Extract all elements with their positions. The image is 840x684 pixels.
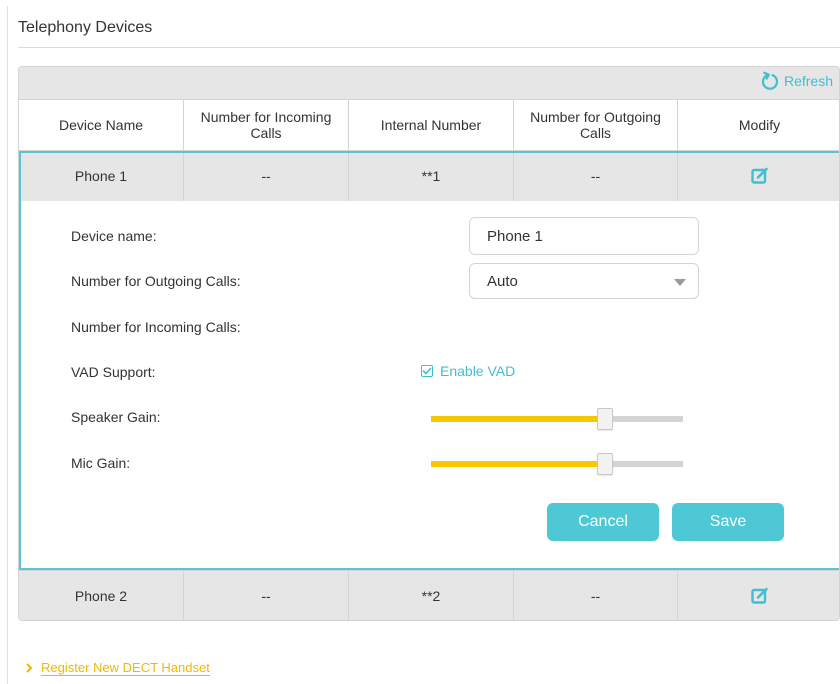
mic-gain-slider[interactable] [431, 453, 683, 475]
register-dect-handset-label: Register New DECT Handset [41, 660, 210, 676]
device-name-input[interactable] [469, 217, 699, 255]
edit-icon[interactable] [750, 167, 769, 185]
table-row[interactable]: Phone 2 -- **2 -- [19, 570, 839, 620]
device-name-label: Device name: [71, 228, 157, 244]
outgoing-calls-value: Auto [487, 272, 518, 290]
devices-panel: Refresh Device Name Number for Incoming … [18, 66, 840, 621]
incoming-number-cell: -- [184, 571, 349, 620]
modify-cell [678, 571, 839, 620]
edit-device-form: Device name: Number for Outgoing Calls: … [19, 201, 839, 570]
table-toolbar: Refresh [19, 67, 839, 99]
edit-icon[interactable] [750, 587, 769, 605]
slider-thumb[interactable] [596, 453, 613, 475]
slider-fill [431, 416, 605, 422]
column-header: Device Name [19, 100, 184, 150]
page-left-border [7, 6, 8, 684]
table-header: Device Name Number for Incoming Calls In… [19, 99, 839, 151]
modify-cell [678, 151, 839, 201]
dropdown-arrow-icon [674, 279, 686, 286]
vad-support-label: VAD Support: [71, 364, 156, 380]
register-dect-handset-link[interactable]: Register New DECT Handset [26, 660, 210, 676]
page-title: Telephony Devices [18, 19, 153, 36]
internal-number-cell: **2 [349, 571, 514, 620]
device-name-cell: Phone 2 [19, 571, 184, 620]
speaker-gain-slider[interactable] [431, 408, 683, 430]
outgoing-calls-select[interactable]: Auto [469, 263, 699, 299]
slider-thumb[interactable] [596, 408, 613, 430]
refresh-label: Refresh [783, 73, 833, 89]
incoming-number-cell: -- [184, 151, 349, 201]
outgoing-number-cell: -- [514, 571, 678, 620]
refresh-button[interactable]: Refresh [760, 70, 833, 92]
refresh-icon [761, 71, 779, 90]
chevron-right-icon [26, 663, 32, 673]
enable-vad-label: Enable VAD [440, 363, 516, 379]
column-header: Number for Incoming Calls [184, 100, 349, 150]
checkmark-icon [422, 367, 432, 375]
column-header: Number for Outgoing Calls [514, 100, 678, 150]
incoming-calls-label: Number for Incoming Calls: [71, 319, 241, 335]
enable-vad-checkbox[interactable]: Enable VAD [421, 363, 515, 379]
cancel-button[interactable]: Cancel [547, 503, 659, 541]
internal-number-cell: **1 [349, 151, 514, 201]
checkbox-box[interactable] [421, 365, 433, 377]
column-header: Internal Number [349, 100, 514, 150]
outgoing-number-cell: -- [514, 151, 678, 201]
speaker-gain-label: Speaker Gain: [71, 409, 161, 425]
table-row[interactable]: Phone 1 -- **1 -- [19, 151, 839, 201]
save-button[interactable]: Save [672, 503, 784, 541]
outgoing-calls-label: Number for Outgoing Calls: [71, 273, 241, 289]
column-header: Modify [738, 117, 781, 133]
device-name-cell: Phone 1 [19, 151, 184, 201]
title-divider [18, 47, 840, 48]
slider-fill [431, 461, 605, 467]
mic-gain-label: Mic Gain: [71, 455, 131, 471]
